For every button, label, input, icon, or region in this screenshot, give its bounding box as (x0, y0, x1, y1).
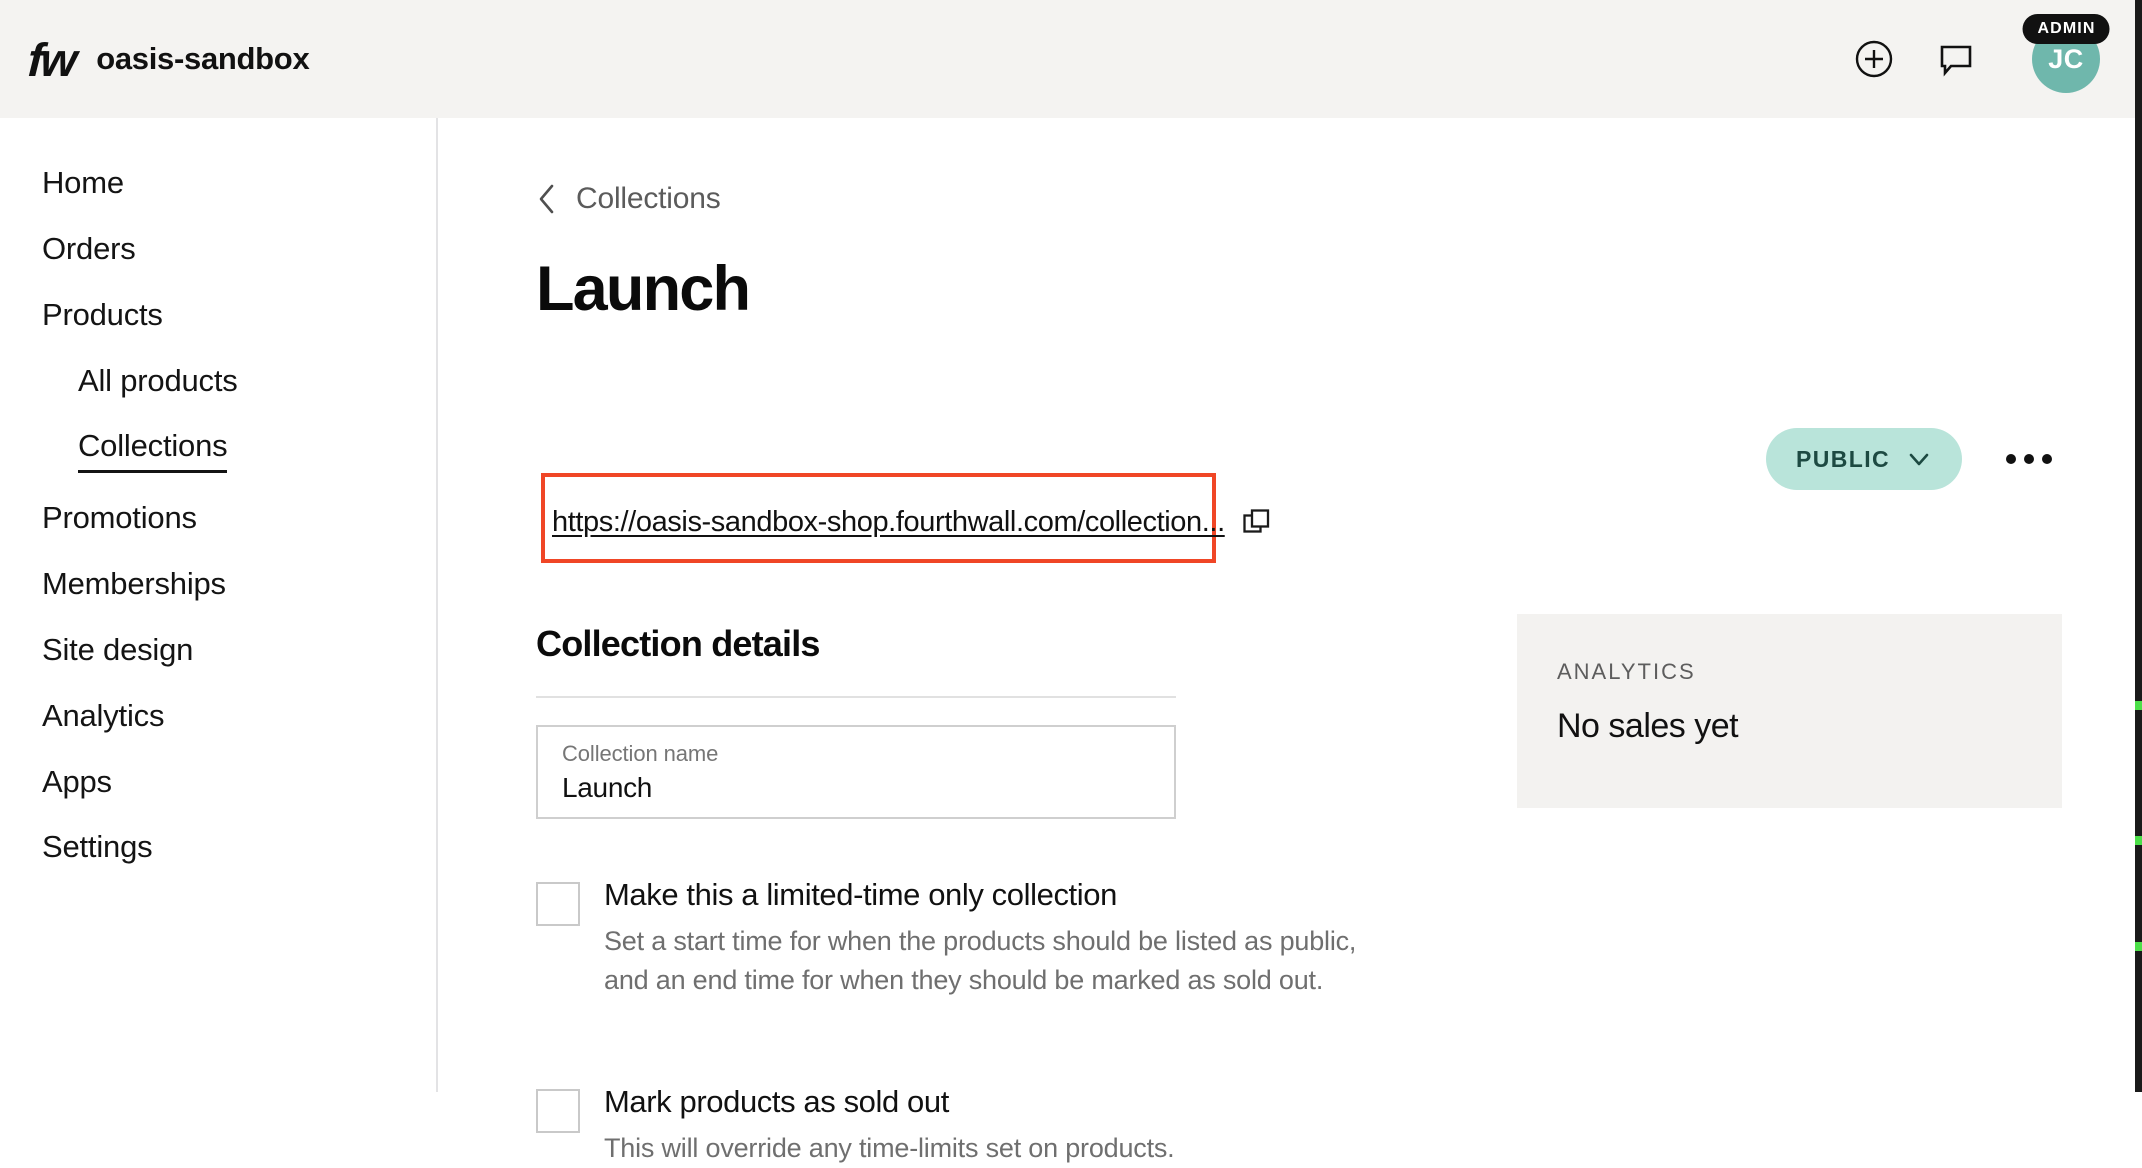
edge-annotation-mark (2135, 701, 2142, 710)
sidebar-item-label: Collections (78, 425, 228, 474)
option-limited-time-title[interactable]: Make this a limited-time only collection (604, 876, 1364, 913)
option-sold-out-title[interactable]: Mark products as sold out (604, 1083, 1175, 1120)
sidebar-item-label: Settings (42, 829, 153, 865)
analytics-kicker: ANALYTICS (1557, 659, 1696, 684)
sidebar-item-settings[interactable]: Settings (0, 814, 436, 880)
sidebar-item-label: Memberships (42, 566, 226, 602)
sidebar-item-promotions[interactable]: Promotions (0, 485, 436, 551)
sidebar-item-products[interactable]: Products (0, 282, 436, 348)
sidebar-item-label: All products (78, 362, 238, 398)
breadcrumb-label: Collections (576, 182, 721, 215)
sidebar-item-all-products[interactable]: All products (0, 348, 436, 414)
plus-circle-icon[interactable] (1852, 37, 1896, 81)
fourthwall-logo-icon: fw (26, 32, 76, 86)
sidebar-item-orders[interactable]: Orders (0, 216, 436, 282)
checkbox-limited-time[interactable] (536, 882, 580, 926)
page-title: Launch (536, 254, 751, 324)
analytics-value: No sales yet (1557, 707, 1739, 745)
chat-bubble-icon[interactable] (1934, 37, 1978, 81)
sidebar-item-apps[interactable]: Apps (0, 749, 436, 815)
ellipsis-dot (2042, 454, 2052, 464)
collection-name-field[interactable]: Collection name Launch (536, 725, 1176, 819)
ellipsis-dot (2006, 454, 2016, 464)
collection-name-label: Collection name (562, 741, 719, 766)
more-options-button[interactable] (1996, 444, 2062, 474)
status-badge: PUBLIC (1795, 445, 1890, 472)
analytics-card: ANALYTICS No sales yet (1517, 614, 2062, 808)
visibility-status-dropdown[interactable]: PUBLIC (1765, 428, 1962, 490)
checkbox-sold-out[interactable] (536, 1089, 580, 1133)
sidebar-item-label: Home (42, 165, 124, 200)
section-divider (536, 696, 1176, 698)
section-title: Collection details (536, 623, 820, 664)
copy-icon[interactable] (1242, 508, 1272, 538)
status-row: PUBLIC (1765, 428, 2062, 490)
topbar-actions: JC ADMIN (1852, 14, 2110, 93)
sidebar-item-memberships[interactable]: Memberships (0, 551, 436, 617)
sidebar-item-label: Products (42, 296, 163, 332)
sidebar-item-label: Analytics (42, 697, 165, 733)
top-bar: fw oasis-sandbox JC ADMIN (0, 0, 2142, 118)
sidebar: Home Orders Products All products Collection… (0, 118, 438, 1092)
sidebar-item-site-design[interactable]: Site design (0, 617, 436, 683)
sidebar-item-collections[interactable]: Collections (0, 413, 436, 485)
option-sold-out: Mark products as sold out This will over… (536, 1083, 1366, 1168)
main-content: Collections Launch https://oasis-sandbox… (440, 118, 2140, 1163)
ellipsis-dot (2024, 454, 2034, 464)
chevron-down-icon (1909, 453, 1929, 466)
edge-annotation-mark (2135, 836, 2142, 845)
collection-name-value[interactable]: Launch (562, 772, 1150, 804)
brand-name: oasis-sandbox (96, 41, 310, 76)
admin-role-badge: ADMIN (2022, 14, 2110, 44)
sidebar-item-label: Promotions (42, 500, 197, 536)
sidebar-item-analytics[interactable]: Analytics (0, 683, 436, 749)
option-limited-time: Make this a limited-time only collection… (536, 876, 1366, 1000)
edge-annotation-mark (2135, 942, 2142, 951)
collection-url-link[interactable]: https://oasis-sandbox-shop.fourthwall.co… (552, 506, 1225, 539)
option-limited-time-description: Set a start time for when the products s… (604, 926, 1357, 996)
sidebar-item-home[interactable]: Home (0, 150, 436, 216)
sidebar-item-label: Orders (42, 230, 136, 266)
chevron-left-icon (539, 184, 554, 214)
edge-annotation-strip[interactable] (2135, 0, 2142, 1092)
option-sold-out-description: This will override any time-limits set o… (604, 1133, 1175, 1164)
breadcrumb[interactable]: Collections (536, 182, 721, 216)
brand[interactable]: fw oasis-sandbox (26, 32, 310, 86)
sidebar-item-label: Apps (42, 763, 112, 799)
avatar[interactable]: JC ADMIN (2022, 14, 2110, 93)
collection-url-row: https://oasis-sandbox-shop.fourthwall.co… (552, 506, 1272, 539)
sidebar-item-label: Site design (42, 631, 194, 667)
